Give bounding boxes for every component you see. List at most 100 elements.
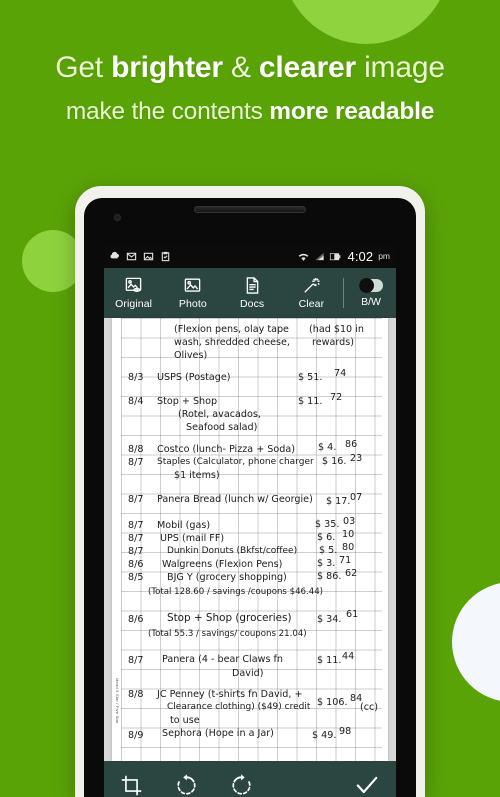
hand-date: 8/7	[128, 533, 144, 544]
hand-desc: USPS (Postage)	[157, 372, 231, 383]
hand-amount: $ 11.	[317, 655, 342, 666]
bw-toggle[interactable]: B/W	[346, 268, 396, 318]
hand-date: 8/6	[128, 614, 144, 625]
battery-icon	[330, 252, 341, 260]
hand-desc: Walgreens (Flexion Pens)	[162, 559, 283, 570]
hand-desc: Stop + Shop	[157, 396, 218, 407]
hand-line: Olives)	[174, 350, 208, 361]
phone-body: 4:02 pm Original Photo Docs Clear B/W Me…	[84, 198, 416, 797]
hand-desc: JC Penney (t-shirts fn David, +	[157, 689, 303, 700]
photo-icon	[143, 252, 154, 260]
mode-button-photo[interactable]: Photo	[163, 268, 222, 318]
hand-date: 8/5	[128, 572, 144, 583]
hand-date: 8/7	[128, 494, 144, 505]
headline-bold-more-readable: more readable	[269, 97, 435, 125]
hand-desc: Costco (lunch- Pizza + Soda)	[157, 444, 295, 455]
hand-amount: $ 86.	[317, 571, 342, 582]
hand-cents: 98	[339, 726, 352, 737]
document-preview-area[interactable]: Mead 5 Star / Five Star (Flexion pens, o…	[104, 318, 396, 761]
hand-line: (Flexion pens, olay tape	[174, 324, 289, 335]
hand-date: 8/8	[128, 444, 144, 455]
hand-amount: $ 17.	[326, 496, 351, 507]
hand-date: 8/7	[128, 457, 144, 468]
android-status-bar: 4:02 pm	[104, 244, 396, 268]
hand-cents: 62	[345, 568, 358, 579]
hand-amount: $ 4.	[318, 442, 337, 453]
filter-mode-toolbar: Original Photo Docs Clear B/W	[104, 268, 396, 318]
hand-desc: Mobil (gas)	[157, 520, 211, 531]
hand-line-cont: rewards)	[312, 337, 354, 348]
decor-circle-right	[452, 582, 500, 702]
hand-date: 8/3	[128, 372, 144, 383]
headline-text-make: make the contents	[65, 97, 270, 125]
hand-date: 8/7	[128, 546, 144, 557]
hand-amount: $ 51.	[298, 372, 323, 383]
rotate-right-button[interactable]	[230, 773, 253, 797]
rotate-counterclockwise-icon	[177, 773, 196, 795]
document-icon	[246, 277, 258, 294]
photo-eye-icon	[125, 277, 142, 293]
hand-amount: $ 35.	[315, 519, 340, 530]
mode-button-docs[interactable]: Docs	[223, 268, 282, 318]
hand-cents: 71	[339, 555, 352, 566]
rotate-left-button[interactable]	[175, 773, 198, 797]
hand-amount: $ 49.	[312, 730, 337, 741]
status-clock-ampm: pm	[378, 251, 390, 261]
hand-date: 8/4	[128, 396, 144, 407]
hand-desc: to use	[170, 715, 200, 726]
decor-circle-top	[282, 0, 450, 44]
mode-button-original[interactable]: Original	[104, 268, 163, 318]
hand-desc: Panera Bread (lunch w/ Georgie)	[157, 494, 313, 505]
signal-icon	[315, 252, 325, 260]
hand-desc: David)	[232, 668, 264, 679]
hand-cents: 44	[342, 651, 355, 662]
phone-earpiece-speaker	[194, 206, 306, 213]
hand-cents: 23	[350, 453, 363, 464]
handwritten-content: (Flexion pens, olay tape (had $10 in was…	[112, 318, 388, 761]
hand-amount: $ 3.	[317, 558, 336, 569]
mode-label-photo: Photo	[178, 298, 207, 310]
hand-desc: Seafood salad)	[186, 422, 258, 433]
hand-cents: 10	[342, 529, 355, 540]
checkmark-icon	[356, 776, 378, 794]
bw-toggle-label: B/W	[361, 295, 381, 308]
hand-cents: 03	[343, 516, 356, 527]
hand-desc: BJG Y (grocery shopping)	[167, 572, 287, 583]
hand-cents: 07	[350, 492, 363, 503]
hand-amount: $ 16.	[322, 456, 347, 467]
phone-front-camera	[114, 214, 121, 221]
bw-switch-track[interactable]	[359, 277, 383, 293]
hand-date: 8/9	[128, 730, 144, 741]
hand-desc: Sephora (Hope in a Jar)	[162, 728, 274, 739]
headline-line-1: Get brighter & clearer image	[0, 48, 500, 88]
status-notification-icons	[109, 251, 297, 262]
hand-cents: 61	[346, 609, 359, 620]
mode-button-clear[interactable]: Clear	[282, 268, 341, 318]
headline-bold-brighter: brighter	[111, 51, 223, 84]
hand-cents: 74	[334, 368, 347, 379]
promo-headline: Get brighter & clearer image make the co…	[0, 48, 500, 128]
crop-button[interactable]	[120, 774, 143, 797]
headline-text-image: image	[355, 51, 445, 84]
mode-label-docs: Docs	[239, 298, 265, 310]
toolbar-divider	[343, 278, 344, 308]
hand-date: 8/7	[128, 655, 144, 666]
phone-screen: 4:02 pm Original Photo Docs Clear B/W Me…	[104, 244, 396, 797]
hand-amount: $ 6.	[317, 532, 336, 543]
hand-date: 8/6	[128, 559, 144, 570]
hand-amount: $ 5.	[319, 545, 338, 556]
hand-desc: $1 items)	[174, 470, 220, 481]
hand-line-cont: (cc)	[360, 702, 379, 713]
hand-desc: Panera (4 - bear Claws fn	[162, 654, 283, 665]
headline-bold-clearer: clearer	[258, 51, 356, 84]
gmail-icon	[126, 252, 137, 260]
mode-label-original: Original	[115, 298, 153, 310]
hand-amount: $ 34.	[317, 614, 342, 625]
magic-wand-icon	[304, 277, 320, 293]
wifi-icon	[299, 253, 309, 261]
hand-desc: Clearance clothing) ($49) credit	[167, 702, 311, 712]
confirm-button[interactable]	[354, 772, 380, 797]
headline-text-get: Get	[55, 51, 112, 84]
headline-line-2: make the contents more readable	[0, 96, 500, 128]
mode-label-clear: Clear	[298, 298, 325, 310]
